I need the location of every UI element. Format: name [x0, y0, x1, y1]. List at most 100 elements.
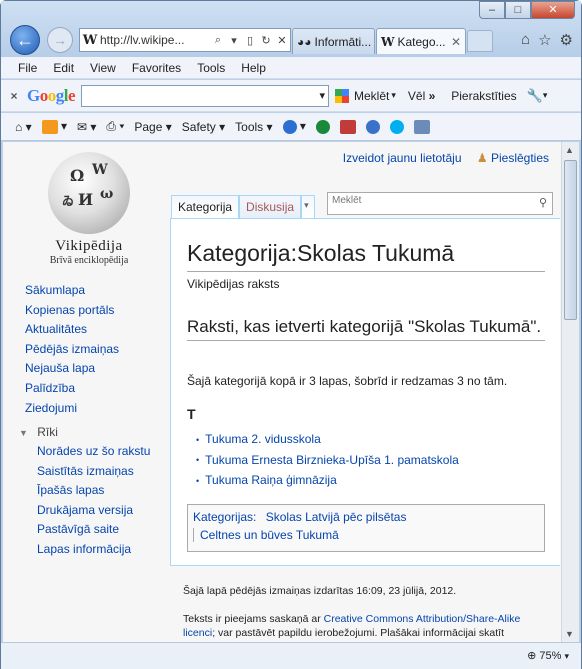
- chevron-down-icon[interactable]: ▾: [543, 90, 548, 101]
- page-menu[interactable]: Page ▾: [129, 120, 176, 134]
- license-suffix: ; var pastāvēt papildu ierobežojumi. Pla…: [212, 627, 504, 639]
- menu-file[interactable]: File: [1, 61, 45, 75]
- page-title: Kategorija:Skolas Tukumā: [187, 240, 545, 272]
- search-icon[interactable]: ⌕: [210, 34, 226, 47]
- zoom-control[interactable]: ⊕ 75% ▾: [527, 649, 569, 662]
- list-item[interactable]: Tukuma Ernesta Birznieka-Upīša 1. pamats…: [196, 453, 459, 474]
- gear-icon[interactable]: ⚙: [560, 31, 573, 49]
- close-tab-icon[interactable]: ✕: [451, 35, 461, 49]
- menu-tools[interactable]: Tools: [189, 61, 233, 75]
- more-actions-dropdown[interactable]: ▾: [301, 195, 316, 219]
- google-signin-button[interactable]: Pierakstīties: [451, 89, 516, 103]
- tab-discussion[interactable]: Diskusija: [239, 195, 302, 219]
- sidebar-item-current-events[interactable]: Aktualitātes: [25, 322, 119, 342]
- addon-icon-3[interactable]: [361, 119, 385, 134]
- stop-icon[interactable]: ✕: [274, 34, 290, 47]
- safety-menu[interactable]: Safety ▾: [177, 120, 230, 134]
- addon-icon-4[interactable]: [409, 119, 435, 134]
- addon-icon-2[interactable]: [335, 119, 361, 134]
- tab-informatics[interactable]: ◕◕ Informāti...: [292, 28, 375, 54]
- dropdown-icon[interactable]: ▾: [226, 34, 242, 47]
- google-search-button[interactable]: Meklēt ▾: [335, 88, 396, 103]
- logo-tagline: Brīvā enciklopēdija: [49, 255, 129, 266]
- refresh-icon[interactable]: ↻: [258, 34, 274, 47]
- minimize-button[interactable]: –: [479, 1, 505, 19]
- tab-category[interactable]: W Katego... ✕: [376, 28, 466, 54]
- login-link[interactable]: Pieslēgties: [491, 151, 549, 165]
- list-item[interactable]: Tukuma 2. vidusskola: [196, 432, 459, 453]
- category-link[interactable]: Skolas Latvijā pēc pilsētas: [266, 510, 407, 524]
- list-item[interactable]: Tukuma Raiņa ģimnāzija: [196, 473, 459, 494]
- license-text: Teksts ir pieejams saskaņā ar Creative C…: [183, 612, 553, 640]
- sidebar-item-random-page[interactable]: Nejauša lapa: [25, 361, 119, 381]
- google-toolbar: × Google Meklēt▾ Vēl » Pierakstīties 🔧 ▾: [1, 80, 581, 112]
- sidebar-item-community-portal[interactable]: Kopienas portāls: [25, 303, 119, 323]
- create-account-link[interactable]: Izveidot jaunu lietotāju: [343, 151, 462, 165]
- wrench-icon[interactable]: 🔧: [527, 88, 543, 104]
- sidebar-item-related-changes[interactable]: Saistītās izmaiņas: [37, 464, 150, 484]
- tab-category-page[interactable]: Kategorija: [171, 195, 240, 219]
- close-toolbar-icon[interactable]: ×: [1, 89, 27, 103]
- back-arrow-icon: ←: [16, 30, 34, 50]
- sidebar-item-recent-changes[interactable]: Pēdējās izmaiņas: [25, 342, 119, 362]
- vertical-scrollbar[interactable]: ▲ ▼: [561, 142, 579, 642]
- menu-help[interactable]: Help: [233, 61, 274, 75]
- home-icon[interactable]: ⌂: [521, 31, 530, 49]
- favorites-star-icon[interactable]: ☆: [538, 31, 551, 49]
- google-more-button[interactable]: Vēl »: [408, 89, 435, 103]
- address-url[interactable]: http://lv.wikipe...: [100, 33, 210, 47]
- maximize-button[interactable]: □: [505, 1, 531, 19]
- category-link[interactable]: Celtnes un būves Tukumā: [193, 528, 539, 542]
- tab-label: Katego...: [397, 34, 446, 49]
- wikipedia-favicon: W: [381, 34, 395, 49]
- scroll-up-icon[interactable]: ▲: [565, 145, 574, 155]
- tools-heading[interactable]: ▼ Rīki: [19, 425, 58, 439]
- page-subtitle: Vikipēdijas raksts: [187, 277, 280, 291]
- menu-edit[interactable]: Edit: [45, 61, 82, 75]
- category-page-list: Tukuma 2. vidusskola Tukuma Ernesta Birz…: [196, 432, 459, 494]
- new-tab-button[interactable]: [467, 30, 493, 52]
- mail-icon[interactable]: ✉ ▾: [72, 120, 101, 134]
- title-bar: – □ ✕ ← → W http://lv.wikipe... ⌕ ▾ ▯ ↻ …: [1, 1, 581, 57]
- tools-menu[interactable]: Tools ▾: [230, 120, 277, 134]
- sidebar-item-page-info[interactable]: Lapas informācija: [37, 542, 150, 562]
- scroll-down-icon[interactable]: ▼: [565, 629, 574, 639]
- scrollbar-thumb[interactable]: [564, 160, 577, 320]
- status-bar: ⊕ 75% ▾: [1, 642, 581, 669]
- addon-icon-1[interactable]: [311, 119, 335, 134]
- browser-window: – □ ✕ ← → W http://lv.wikipe... ⌕ ▾ ▯ ↻ …: [0, 0, 582, 669]
- wiki-search-input[interactable]: Meklēt ⚲: [327, 192, 553, 215]
- menu-view[interactable]: View: [82, 61, 124, 75]
- sidebar-item-printable-version[interactable]: Drukājama versija: [37, 503, 150, 523]
- sidebar-item-main-page[interactable]: Sākumlapa: [25, 283, 119, 303]
- tools-menu-label: Tools: [235, 119, 264, 134]
- license-prefix: Teksts ir pieejams saskaņā ar: [183, 613, 324, 625]
- sidebar-item-donate[interactable]: Ziedojumi: [25, 401, 119, 421]
- category-links-box: Kategorijas: Skolas Latvijā pēc pilsētas…: [187, 504, 545, 552]
- menu-favorites[interactable]: Favorites: [124, 61, 189, 75]
- help-icon[interactable]: ▾: [278, 119, 311, 134]
- sidebar-item-what-links-here[interactable]: Norādes uz šo rakstu: [37, 444, 150, 464]
- search-icon[interactable]: ⚲: [539, 196, 547, 209]
- home-icon[interactable]: ⌂ ▾: [1, 120, 37, 134]
- forward-button[interactable]: →: [47, 27, 73, 53]
- page-tabs: Kategorija Diskusija ▾: [171, 195, 316, 219]
- chevron-down-icon: ▾: [391, 90, 396, 100]
- print-icon[interactable]: ⎙ ▾: [101, 119, 129, 134]
- skype-icon[interactable]: [385, 119, 409, 134]
- tools-heading-label: Rīki: [37, 425, 58, 439]
- section-heading: Raksti, kas ietverti kategorijā "Skolas …: [187, 317, 545, 341]
- collapse-arrow-icon: ▼: [19, 428, 28, 438]
- google-search-input[interactable]: [81, 84, 330, 107]
- address-bar[interactable]: W http://lv.wikipe... ⌕ ▾ ▯ ↻ ✕: [79, 28, 291, 52]
- sidebar-item-permanent-link[interactable]: Pastāvīgā saite: [37, 522, 150, 542]
- wikipedia-logo[interactable]: Ω W И ω ゐ Vikipēdija Brīvā enciklopēdija: [41, 152, 137, 268]
- sidebar-item-help[interactable]: Palīdzība: [25, 381, 119, 401]
- sidebar-item-special-pages[interactable]: Īpašās lapas: [37, 483, 150, 503]
- close-button[interactable]: ✕: [531, 1, 575, 19]
- rss-feed-icon[interactable]: ▾: [37, 119, 72, 134]
- back-button[interactable]: ←: [10, 25, 40, 55]
- compat-view-icon[interactable]: ▯: [242, 34, 258, 47]
- categories-label[interactable]: Kategorijas:: [193, 510, 256, 524]
- more-label: Vēl: [407, 88, 426, 103]
